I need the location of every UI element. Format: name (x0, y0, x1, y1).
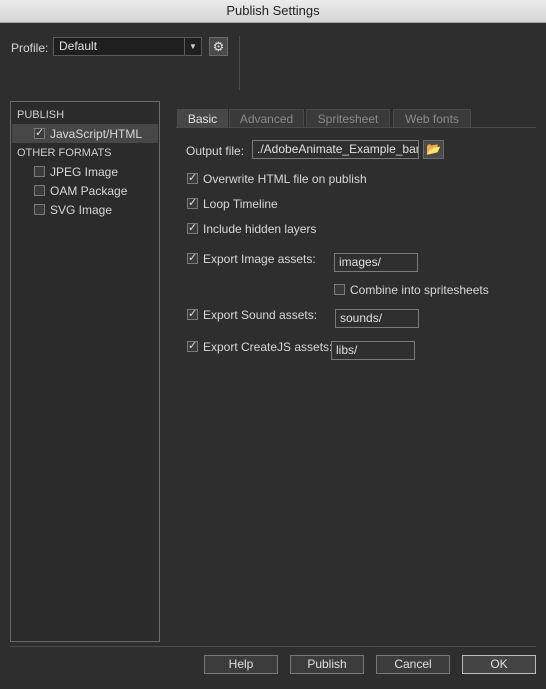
export-image-checkbox[interactable]: ✓ (187, 253, 198, 264)
output-file-input[interactable]: ./AdobeAnimate_Example_bar (252, 140, 419, 159)
profile-dropdown[interactable]: Default ▼ (53, 37, 202, 56)
tab-advanced[interactable]: Advanced (229, 109, 304, 127)
format-item-label: OAM Package (50, 184, 128, 198)
javascript-html-checkbox[interactable]: ✓ (34, 128, 45, 139)
format-item-jpeg[interactable]: JPEG Image (12, 162, 158, 181)
jpeg-checkbox[interactable] (34, 166, 45, 177)
window-title: Publish Settings (0, 0, 546, 23)
loop-timeline-label: Loop Timeline (203, 197, 278, 211)
ok-button[interactable]: OK (462, 655, 536, 674)
include-hidden-layers-label: Include hidden layers (203, 222, 317, 236)
export-createjs-input[interactable]: libs/ (331, 341, 415, 360)
folder-icon: 📂 (426, 142, 441, 156)
combine-spritesheets-checkbox[interactable] (334, 284, 345, 295)
other-formats-header: OTHER FORMATS (17, 147, 112, 159)
loop-timeline-checkbox[interactable]: ✓ (187, 198, 198, 209)
export-sound-label: Export Sound assets: (203, 308, 318, 322)
tab-basic[interactable]: Basic (177, 109, 228, 127)
tab-web-fonts[interactable]: Web fonts (393, 109, 471, 127)
format-list-panel: PUBLISH ✓ JavaScript/HTML OTHER FORMATS … (10, 101, 160, 642)
format-item-label: JavaScript/HTML (50, 127, 143, 141)
export-createjs-label: Export CreateJS assets: (203, 340, 333, 354)
format-item-svg[interactable]: SVG Image (12, 200, 158, 219)
export-image-input[interactable]: images/ (334, 253, 418, 272)
export-createjs-checkbox[interactable]: ✓ (187, 341, 198, 352)
export-sound-input[interactable]: sounds/ (335, 309, 419, 328)
svg-checkbox[interactable] (34, 204, 45, 215)
format-item-label: SVG Image (50, 203, 113, 217)
export-image-label: Export Image assets: (203, 252, 316, 266)
overwrite-html-checkbox[interactable]: ✓ (187, 173, 198, 184)
format-item-label: JPEG Image (50, 165, 119, 179)
combine-spritesheets-label: Combine into spritesheets (350, 283, 489, 297)
gear-icon: ⚙ (212, 39, 225, 54)
overwrite-html-label: Overwrite HTML file on publish (203, 172, 367, 186)
format-item-javascript-html[interactable]: ✓ JavaScript/HTML (12, 124, 158, 143)
footer-divider (10, 646, 536, 647)
format-item-oam[interactable]: OAM Package (12, 181, 158, 200)
tab-divider (176, 127, 536, 128)
header-divider (239, 36, 240, 90)
tab-spritesheet[interactable]: Spritesheet (306, 109, 390, 127)
publish-header: PUBLISH (17, 109, 65, 121)
oam-checkbox[interactable] (34, 185, 45, 196)
browse-folder-button[interactable]: 📂 (423, 140, 444, 159)
help-button[interactable]: Help (204, 655, 278, 674)
export-sound-checkbox[interactable]: ✓ (187, 309, 198, 320)
publish-button[interactable]: Publish (290, 655, 364, 674)
profile-value: Default (59, 39, 98, 53)
include-hidden-layers-checkbox[interactable]: ✓ (187, 223, 198, 234)
profile-settings-button[interactable]: ⚙ (209, 37, 228, 56)
cancel-button[interactable]: Cancel (376, 655, 450, 674)
output-file-label: Output file: (186, 144, 245, 158)
chevron-down-icon[interactable]: ▼ (184, 38, 201, 55)
profile-label: Profile: (11, 41, 49, 55)
